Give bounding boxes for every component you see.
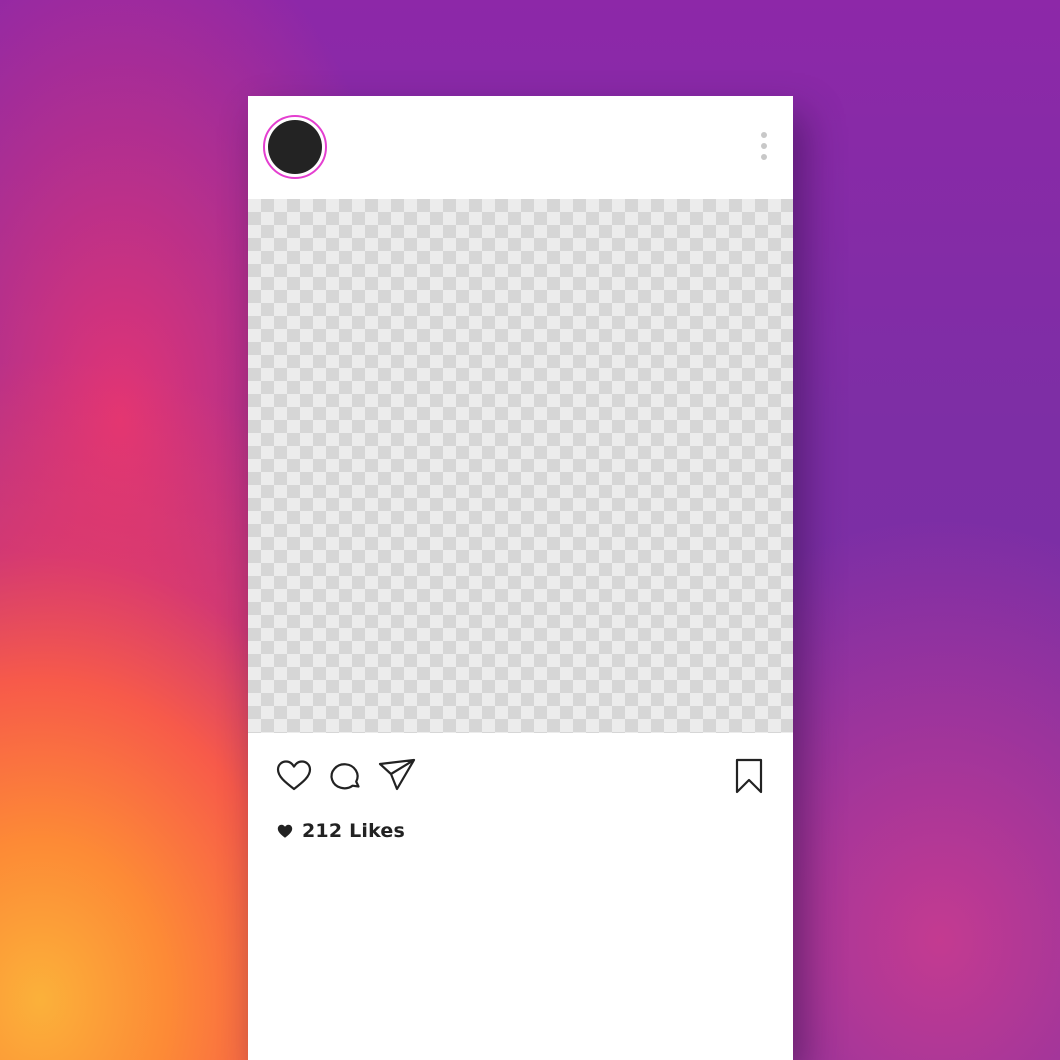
like-button[interactable] bbox=[274, 756, 314, 796]
post-actions-bar bbox=[248, 756, 793, 796]
post-image-placeholder[interactable] bbox=[248, 199, 793, 733]
avatar-story-ring[interactable] bbox=[263, 115, 327, 179]
likes-label: 212 Likes bbox=[302, 820, 406, 842]
comment-icon bbox=[330, 763, 360, 790]
heart-filled-icon bbox=[276, 822, 294, 840]
comment-button[interactable] bbox=[325, 756, 365, 796]
avatar bbox=[268, 120, 322, 174]
likes-count[interactable]: 212 Likes bbox=[276, 820, 405, 842]
heart-icon bbox=[276, 760, 312, 791]
save-button[interactable] bbox=[729, 756, 769, 796]
share-button[interactable] bbox=[377, 756, 417, 796]
bookmark-icon bbox=[735, 758, 763, 794]
more-options-button[interactable] bbox=[756, 132, 772, 164]
post-header bbox=[248, 96, 793, 199]
post-card: 212 Likes bbox=[248, 96, 793, 1060]
send-icon bbox=[378, 758, 416, 791]
more-vertical-icon bbox=[761, 132, 767, 138]
